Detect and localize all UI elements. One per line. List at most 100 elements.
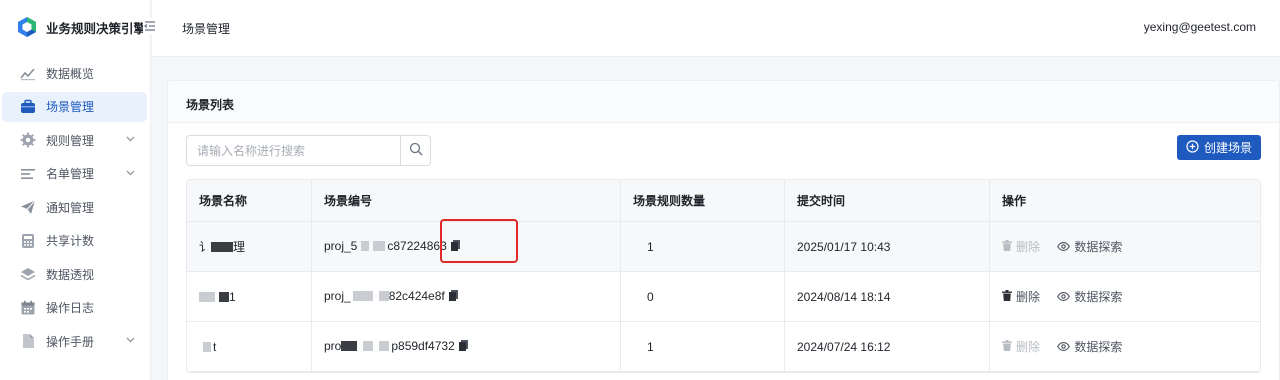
data-explore-action[interactable]: 数据探索	[1057, 288, 1122, 305]
sidebar-item-label: 场景管理	[46, 100, 95, 114]
scene-code-cell: proj_ 82c424e8f	[312, 272, 621, 322]
scene-code-suffix: c87224863	[387, 239, 447, 253]
hexagon-logo-icon	[16, 16, 38, 38]
table-row: 1 proj_ 82c424e8f 0 2024/08/14 18:14 删除 数…	[187, 272, 1260, 322]
eye-icon	[1057, 240, 1074, 254]
sidebar-item-operation-log[interactable]: 操作日志	[2, 293, 147, 323]
rule-count-cell[interactable]: 1	[621, 322, 785, 372]
redacted-mask	[352, 291, 373, 301]
layers-icon	[20, 266, 36, 282]
search-button[interactable]	[400, 136, 430, 165]
delete-action[interactable]: 删除	[1002, 338, 1040, 355]
sidebar-item-data-pivot[interactable]: 数据透视	[2, 259, 147, 289]
redacted-mask	[361, 241, 370, 251]
sidebar-item-scene-management[interactable]: 场景管理	[2, 91, 147, 122]
copy-icon[interactable]	[450, 240, 460, 254]
card-title: 场景列表	[186, 98, 235, 112]
brand[interactable]: 业务规则决策引擎	[16, 16, 146, 38]
data-explore-action[interactable]: 数据探索	[1057, 338, 1122, 355]
sidebar-item-label: 通知管理	[46, 200, 95, 215]
scene-name-prefix: 讠	[199, 240, 212, 254]
eye-icon	[1057, 290, 1074, 304]
actions-cell: 删除 数据探索	[990, 322, 1260, 372]
sidebar-item-shared-count[interactable]: 共享计数	[2, 226, 147, 256]
delete-action[interactable]: 删除	[1002, 238, 1040, 255]
scene-name-suffix: 理	[233, 240, 246, 254]
sidebar-item-rule-management[interactable]: 规则管理	[2, 125, 147, 155]
redacted-mask	[203, 341, 211, 352]
chevron-down-icon	[125, 134, 135, 144]
actions-cell: 删除 数据探索	[990, 222, 1260, 272]
data-explore-label: 数据探索	[1074, 340, 1123, 354]
scene-name-cell: t	[187, 322, 312, 372]
copy-icon[interactable]	[448, 290, 458, 304]
brand-name: 业务规则决策引擎	[46, 21, 147, 36]
search-box	[186, 135, 431, 166]
sidebar-item-label: 规则管理	[46, 133, 95, 148]
scene-table: 场景名称 场景编号 场景规则数量 提交时间 操作 讠理 proj_5 c87224…	[186, 179, 1261, 373]
eye-icon	[1057, 340, 1074, 354]
delete-label: 删除	[1016, 340, 1041, 354]
scene-name-cell: 讠理	[187, 222, 312, 272]
sidebar-item-label: 数据透视	[46, 267, 95, 282]
trash-icon	[1002, 239, 1016, 254]
redacted-mask	[341, 341, 358, 351]
column-header-rule-count: 场景规则数量	[621, 180, 785, 222]
sidebar-item-notification-management[interactable]: 通知管理	[2, 192, 147, 222]
sidebar-item-label: 名单管理	[46, 167, 95, 181]
user-account[interactable]: yexing@geetest.com	[1144, 20, 1256, 34]
create-scene-button[interactable]: 创建场景	[1177, 135, 1261, 160]
copy-icon[interactable]	[458, 340, 468, 354]
sidebar-item-list-management[interactable]: 名单管理	[2, 159, 147, 189]
gear-icon	[20, 132, 36, 148]
create-scene-label: 创建场景	[1203, 141, 1252, 155]
chevron-down-icon	[125, 335, 135, 345]
redacted-mask	[363, 341, 374, 351]
scene-name-suffix: 1	[229, 289, 236, 304]
table-row: 讠理 proj_5 c87224863 1 2025/01/17 10:43 删除…	[187, 222, 1260, 272]
list-icon	[20, 166, 36, 182]
scene-list-card: 场景列表 创建场景 场景名称 场景编号 场景规则数量 提交时间 操作 讠理 pr…	[167, 80, 1280, 380]
rule-count-cell[interactable]: 0	[621, 272, 785, 322]
delete-label: 删除	[1016, 290, 1041, 304]
data-explore-label: 数据探索	[1074, 240, 1123, 254]
column-header-scene-code: 场景编号	[312, 180, 621, 222]
scene-name-suffix: t	[213, 339, 217, 354]
search-input[interactable]	[187, 136, 400, 165]
delete-label: 删除	[1016, 240, 1041, 254]
scene-code-prefix: proj_	[324, 289, 351, 303]
sidebar-item-label: 共享计数	[46, 234, 95, 248]
card-header: 场景列表	[168, 81, 1279, 123]
scene-code-suffix: 82c424e8f	[388, 289, 445, 303]
scene-code-prefix: pro	[324, 339, 342, 353]
calculator-icon	[20, 233, 36, 249]
redacted-mask	[219, 291, 229, 302]
briefcase-icon	[20, 99, 36, 115]
redacted-mask	[378, 291, 389, 301]
redacted-mask	[379, 341, 390, 351]
sidebar-item-label: 操作日志	[46, 301, 95, 315]
table-row: t pro p859df4732 1 2024/07/24 16:12 删除 数据…	[187, 322, 1260, 372]
chevron-down-icon	[125, 168, 135, 178]
sidebar-item-label: 操作手册	[46, 334, 95, 349]
redacted-mask	[199, 291, 215, 302]
column-header-scene-name: 场景名称	[187, 180, 312, 222]
sidebar-item-label: 数据概览	[46, 66, 95, 81]
redacted-mask	[373, 241, 386, 251]
submit-time-cell: 2024/07/24 16:12	[785, 322, 990, 372]
rule-count-cell[interactable]: 1	[621, 222, 785, 272]
delete-action[interactable]: 删除	[1002, 288, 1040, 305]
menu-collapse-icon[interactable]	[143, 18, 157, 34]
sidebar-item-operation-manual[interactable]: 操作手册	[2, 326, 147, 356]
sidebar-nav: 数据概览 场景管理 规则管理 名单管理 通知管理 共享计数 数据透视 操作日志 …	[0, 58, 151, 360]
sidebar-item-overview[interactable]: 数据概览	[2, 58, 147, 88]
trash-icon	[1002, 339, 1016, 354]
plus-circle-icon	[1186, 139, 1199, 156]
chart-trend-icon	[20, 65, 36, 81]
scene-code-prefix: proj_5	[324, 239, 358, 253]
top-header: 场景管理 yexing@geetest.com	[152, 0, 1280, 57]
data-explore-action[interactable]: 数据探索	[1057, 238, 1122, 255]
data-explore-label: 数据探索	[1074, 290, 1123, 304]
paper-plane-icon	[20, 199, 36, 215]
page-title: 场景管理	[182, 22, 231, 36]
